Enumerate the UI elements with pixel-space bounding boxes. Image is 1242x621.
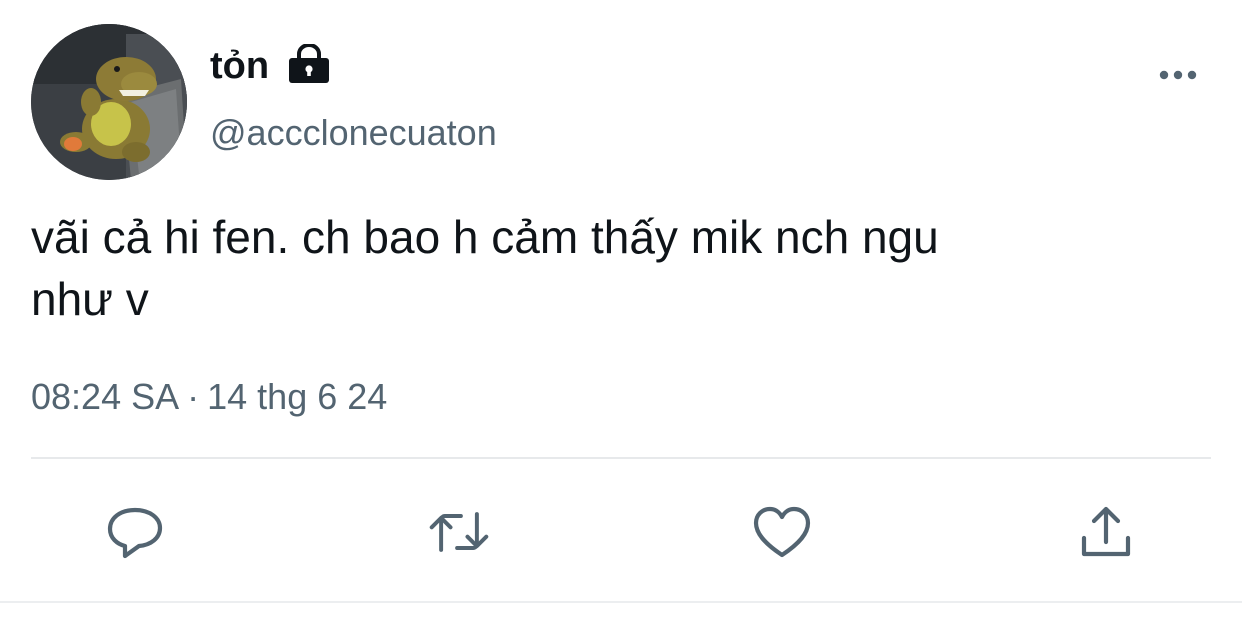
retweet-icon	[429, 512, 489, 552]
retweet-button[interactable]	[427, 500, 491, 564]
display-name[interactable]: tỏn	[210, 42, 269, 90]
lock-icon	[288, 43, 330, 84]
bottom-divider	[0, 601, 1242, 603]
tweet-date: 14 thg 6 24	[207, 376, 388, 417]
heart-icon	[753, 506, 811, 558]
reply-icon	[107, 507, 163, 559]
username-handle[interactable]: @accclonecuaton	[210, 110, 497, 156]
tweet-card: tỏn @accclonecuaton vãi cả hi fen. ch ba…	[0, 0, 1242, 621]
tweet-timestamp[interactable]: 08:24 SA · 14 thg 6 24	[31, 373, 387, 421]
divider	[31, 457, 1211, 459]
like-button[interactable]	[750, 500, 814, 564]
plush-dinosaur-avatar-image	[31, 24, 187, 180]
more-horizontal-icon[interactable]	[1156, 62, 1200, 88]
tweet-time: 08:24 SA	[31, 376, 180, 417]
meta-separator: ·	[187, 376, 200, 417]
avatar[interactable]	[31, 24, 187, 180]
share-icon	[1081, 506, 1131, 557]
reply-button[interactable]	[103, 500, 167, 564]
share-button[interactable]	[1074, 500, 1138, 564]
tweet-text: vãi cả hi fen. ch bao h cảm thấy mik nch…	[31, 211, 939, 325]
